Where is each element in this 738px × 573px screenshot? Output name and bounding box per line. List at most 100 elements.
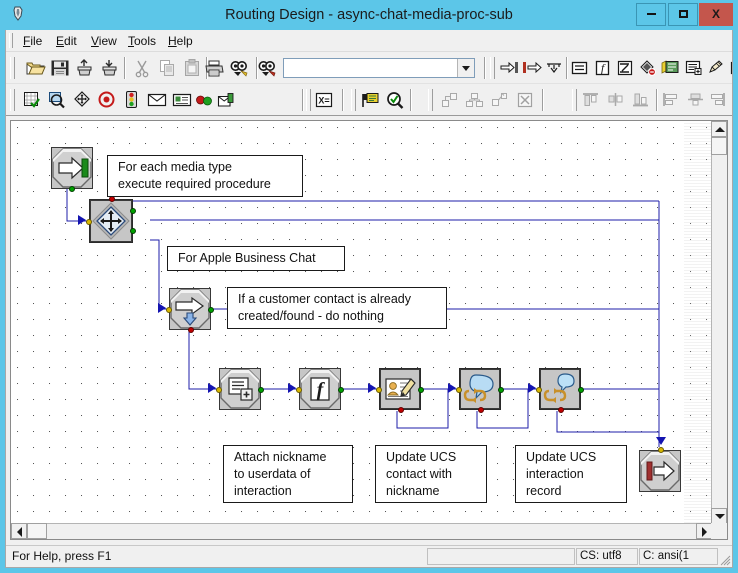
port-in[interactable]: [658, 447, 664, 453]
horizontal-scroll-thumb[interactable]: [27, 523, 47, 539]
attach-userdata-node[interactable]: [208, 368, 264, 410]
validate-icon[interactable]: [383, 88, 407, 112]
port-out[interactable]: [69, 186, 75, 192]
port-in[interactable]: [536, 387, 542, 393]
print-icon[interactable]: [202, 56, 226, 80]
port-out-2[interactable]: [130, 228, 136, 234]
scroll-down-button[interactable]: [711, 508, 727, 524]
scroll-right-button[interactable]: [696, 523, 712, 539]
copy-icon[interactable]: [155, 56, 179, 80]
vertical-scrollbar[interactable]: [711, 121, 727, 524]
function-icon[interactable]: f: [590, 56, 614, 80]
email-icon[interactable]: [145, 88, 169, 112]
port-in[interactable]: [376, 387, 382, 393]
flag-block-icon[interactable]: [358, 88, 382, 112]
design-canvas[interactable]: f For each media type execute required p…: [11, 121, 712, 524]
toolbar-grip-1[interactable]: [10, 57, 15, 79]
ucs-interaction-node-1[interactable]: [448, 368, 504, 413]
search-input[interactable]: [284, 59, 456, 77]
script-icon[interactable]: [613, 56, 637, 80]
find-next-icon[interactable]: [255, 56, 279, 80]
target-icon[interactable]: [95, 88, 119, 112]
port-alt[interactable]: [398, 407, 404, 413]
vertical-scroll-thumb[interactable]: [711, 137, 727, 155]
port-out[interactable]: [578, 387, 584, 393]
port-in[interactable]: [456, 387, 462, 393]
connect-nodes-icon[interactable]: [438, 88, 462, 112]
port-out[interactable]: [418, 387, 424, 393]
align-right-icon[interactable]: [706, 88, 730, 112]
port-in[interactable]: [166, 307, 172, 313]
busy-state-icon[interactable]: [192, 88, 216, 112]
list-objects-icon[interactable]: [659, 56, 683, 80]
label-update-contact[interactable]: Update UCS contact with nickname: [375, 445, 487, 503]
close-button[interactable]: X: [699, 3, 733, 26]
move-object-icon[interactable]: [70, 88, 94, 112]
menu-tools[interactable]: Tools: [123, 33, 161, 50]
port-out[interactable]: [338, 387, 344, 393]
toolbar-grip-5[interactable]: [351, 89, 356, 111]
label-update-interaction[interactable]: Update UCS interaction record: [515, 445, 627, 503]
port-in[interactable]: [86, 219, 92, 225]
ucs-interaction-node-2[interactable]: [528, 368, 584, 413]
maximize-button[interactable]: [668, 3, 698, 26]
traffic-light-icon[interactable]: [120, 88, 144, 112]
label-customer-contact[interactable]: If a customer contact is already created…: [227, 287, 447, 329]
label-apple-chat[interactable]: For Apple Business Chat: [167, 246, 345, 271]
port-alt[interactable]: [558, 407, 564, 413]
port-in[interactable]: [216, 387, 222, 393]
cut-icon[interactable]: [130, 56, 154, 80]
paste-icon[interactable]: [180, 56, 204, 80]
document-icon[interactable]: [170, 88, 194, 112]
port-out[interactable]: [208, 307, 214, 313]
import-icon[interactable]: [73, 56, 97, 80]
toolbar-grip-2[interactable]: [490, 57, 495, 79]
align-center-icon[interactable]: [684, 88, 708, 112]
open-icon[interactable]: [23, 56, 47, 80]
toolbar-grip-6[interactable]: [428, 89, 433, 111]
combo-dropdown-button[interactable]: [457, 59, 474, 77]
menu-view[interactable]: View: [86, 33, 122, 50]
function-node[interactable]: f: [288, 368, 344, 410]
preview-icon[interactable]: [45, 88, 69, 112]
step-out-icon[interactable]: [520, 56, 544, 80]
minimize-button[interactable]: [636, 3, 666, 26]
save-icon[interactable]: [48, 56, 72, 80]
properties-icon[interactable]: [567, 56, 591, 80]
port-out[interactable]: [498, 387, 504, 393]
find-icon[interactable]: [227, 56, 251, 80]
align-top-icon[interactable]: [579, 88, 603, 112]
menu-help[interactable]: Help: [163, 33, 198, 50]
port-out[interactable]: [258, 387, 264, 393]
variables-icon[interactable]: X=: [312, 88, 336, 112]
grid-check-icon[interactable]: [20, 88, 44, 112]
subroutine-node[interactable]: [158, 288, 214, 333]
jump-icon[interactable]: [543, 56, 567, 80]
multimedia-router-node[interactable]: [78, 196, 136, 243]
align-left-icon[interactable]: [659, 88, 683, 112]
add-list-icon[interactable]: [682, 56, 706, 80]
send-mail-icon[interactable]: [214, 88, 238, 112]
branch-nodes-icon[interactable]: [463, 88, 487, 112]
menu-file[interactable]: File: [18, 33, 47, 50]
port-alt[interactable]: [188, 327, 194, 333]
scroll-up-button[interactable]: [711, 121, 727, 137]
search-combo[interactable]: [283, 58, 475, 78]
link-node-icon[interactable]: [488, 88, 512, 112]
more-tools-icon[interactable]: [726, 56, 732, 80]
disable-block-icon[interactable]: [636, 56, 660, 80]
port-alt[interactable]: [478, 407, 484, 413]
horizontal-scrollbar[interactable]: [11, 523, 712, 539]
label-attach-nickname[interactable]: Attach nickname to userdata of interacti…: [223, 445, 353, 503]
port-in[interactable]: [296, 387, 302, 393]
export-icon[interactable]: [98, 56, 122, 80]
port-out-1[interactable]: [130, 208, 136, 214]
toolbar-grip-7[interactable]: [572, 89, 577, 111]
scroll-left-button[interactable]: [11, 523, 27, 539]
toolbar-grip-4[interactable]: [306, 89, 311, 111]
toolbar-grip-3[interactable]: [10, 89, 15, 111]
update-contact-node[interactable]: [368, 368, 424, 413]
menu-edit[interactable]: Edit: [51, 33, 82, 50]
delete-link-icon[interactable]: [513, 88, 537, 112]
entry-node[interactable]: [51, 147, 93, 192]
